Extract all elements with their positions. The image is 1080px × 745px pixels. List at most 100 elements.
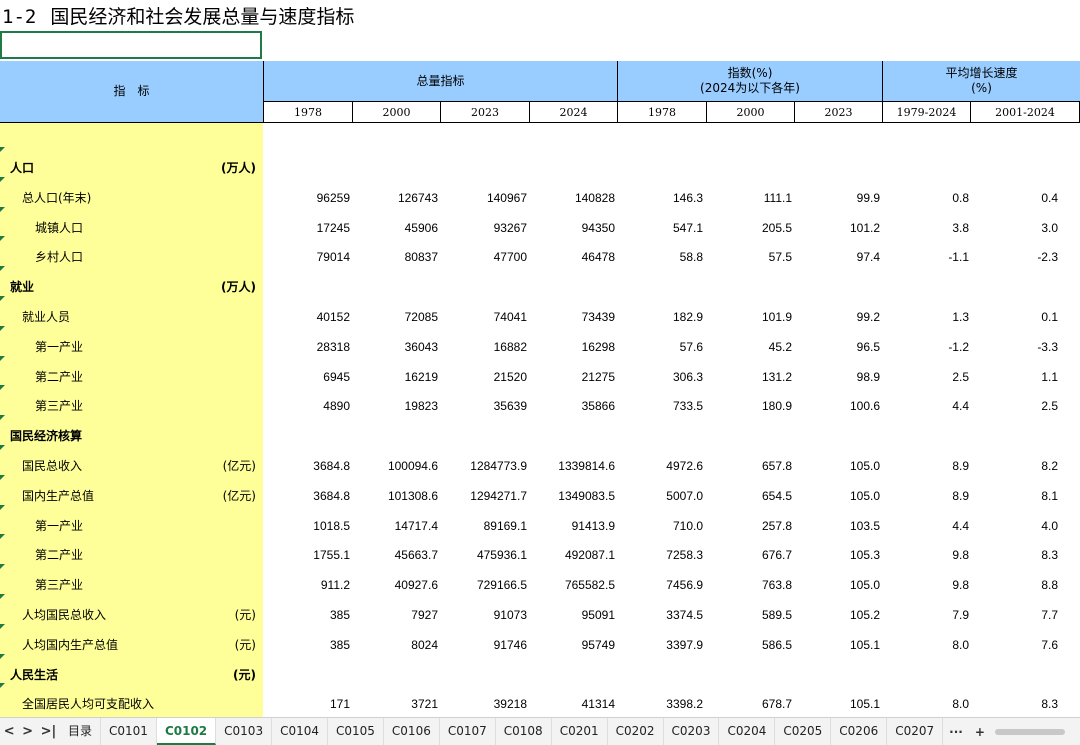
data-cell[interactable]: 105.1 — [796, 689, 880, 719]
data-cell[interactable]: 3684.8 — [266, 451, 350, 481]
data-cell[interactable]: 8.0 — [885, 630, 969, 660]
data-cell[interactable]: 3721 — [354, 689, 438, 719]
data-cell[interactable]: 46478 — [531, 242, 615, 272]
data-cell[interactable]: 385 — [266, 630, 350, 660]
more-tabs-icon[interactable]: ··· — [943, 725, 969, 739]
sheet-tab[interactable]: C0101 — [101, 718, 157, 745]
data-cell[interactable]: 2.5 — [885, 362, 969, 392]
data-cell[interactable]: 94350 — [531, 213, 615, 243]
data-cell[interactable]: 0.8 — [885, 183, 969, 213]
data-cell[interactable]: 140967 — [443, 183, 527, 213]
data-cell[interactable]: 126743 — [354, 183, 438, 213]
data-cell[interactable]: 101.9 — [708, 302, 792, 332]
horizontal-scrollbar[interactable] — [994, 728, 1065, 735]
data-cell[interactable]: 35639 — [443, 391, 527, 421]
data-cell[interactable]: 100.6 — [796, 391, 880, 421]
data-cell[interactable]: 589.5 — [708, 600, 792, 630]
data-cell[interactable]: 171 — [266, 689, 350, 719]
sheet-tab[interactable]: C0206 — [831, 718, 888, 745]
data-cell[interactable]: 8.0 — [885, 689, 969, 719]
data-cell[interactable]: 180.9 — [708, 391, 792, 421]
data-cell[interactable]: 1.1 — [974, 362, 1058, 392]
data-cell[interactable]: 1018.5 — [266, 511, 350, 541]
data-cell[interactable]: 99.9 — [796, 183, 880, 213]
data-cell[interactable]: 8.2 — [974, 451, 1058, 481]
data-cell[interactable]: 7258.3 — [619, 540, 703, 570]
data-cell[interactable]: 14717.4 — [354, 511, 438, 541]
data-cell[interactable]: 182.9 — [619, 302, 703, 332]
data-cell[interactable]: 547.1 — [619, 213, 703, 243]
data-cell[interactable]: 105.3 — [796, 540, 880, 570]
data-cell[interactable]: 93267 — [443, 213, 527, 243]
data-cell[interactable]: 710.0 — [619, 511, 703, 541]
sheet-tab[interactable]: C0103 — [216, 718, 273, 745]
tab-last-icon[interactable]: >| — [41, 724, 57, 739]
data-cell[interactable]: 7927 — [354, 600, 438, 630]
data-cell[interactable]: 3.8 — [885, 213, 969, 243]
data-cell[interactable]: 98.9 — [796, 362, 880, 392]
data-cell[interactable]: 1755.1 — [266, 540, 350, 570]
data-cell[interactable]: 140828 — [531, 183, 615, 213]
data-cell[interactable]: 105.2 — [796, 600, 880, 630]
data-cell[interactable]: 8.8 — [974, 570, 1058, 600]
data-cell[interactable]: -2.3 — [974, 242, 1058, 272]
data-cell[interactable]: 6945 — [266, 362, 350, 392]
data-cell[interactable]: 0.4 — [974, 183, 1058, 213]
data-cell[interactable]: 3397.9 — [619, 630, 703, 660]
sheet-tab[interactable]: C0104 — [272, 718, 328, 745]
data-cell[interactable]: 763.8 — [708, 570, 792, 600]
data-cell[interactable]: 8.9 — [885, 451, 969, 481]
data-cell[interactable]: 586.5 — [708, 630, 792, 660]
data-cell[interactable]: 96259 — [266, 183, 350, 213]
data-cell[interactable]: 40152 — [266, 302, 350, 332]
data-cell[interactable]: 676.7 — [708, 540, 792, 570]
data-cell[interactable]: 8024 — [354, 630, 438, 660]
data-cell[interactable]: 205.5 — [708, 213, 792, 243]
data-cell[interactable]: 9.8 — [885, 570, 969, 600]
data-cell[interactable]: 5007.0 — [619, 481, 703, 511]
data-cell[interactable]: 492087.1 — [531, 540, 615, 570]
data-cell[interactable]: 105.1 — [796, 630, 880, 660]
data-cell[interactable]: 79014 — [266, 242, 350, 272]
data-cell[interactable]: 475936.1 — [443, 540, 527, 570]
data-cell[interactable]: 1339814.6 — [531, 451, 615, 481]
data-cell[interactable]: 16882 — [443, 332, 527, 362]
sheet-tab[interactable]: C0106 — [384, 718, 440, 745]
data-cell[interactable]: 3374.5 — [619, 600, 703, 630]
data-cell[interactable]: 3.0 — [974, 213, 1058, 243]
data-cell[interactable]: 35866 — [531, 391, 615, 421]
data-cell[interactable]: -1.1 — [885, 242, 969, 272]
data-cell[interactable]: -3.3 — [974, 332, 1058, 362]
data-cell[interactable]: -1.2 — [885, 332, 969, 362]
data-cell[interactable]: 3684.8 — [266, 481, 350, 511]
data-cell[interactable]: 4.4 — [885, 511, 969, 541]
data-cell[interactable]: 80837 — [354, 242, 438, 272]
data-cell[interactable]: 103.5 — [796, 511, 880, 541]
data-cell[interactable]: 105.0 — [796, 481, 880, 511]
data-cell[interactable]: 91746 — [443, 630, 527, 660]
data-cell[interactable]: 95091 — [531, 600, 615, 630]
data-cell[interactable]: 47700 — [443, 242, 527, 272]
data-cell[interactable]: 21275 — [531, 362, 615, 392]
sheet-tab[interactable]: C0205 — [775, 718, 832, 745]
data-cell[interactable]: 74041 — [443, 302, 527, 332]
sheet-tab[interactable]: C0105 — [328, 718, 384, 745]
data-cell[interactable]: 7.6 — [974, 630, 1058, 660]
sheet-tab[interactable]: C0108 — [496, 718, 552, 745]
data-cell[interactable]: 3398.2 — [619, 689, 703, 719]
data-cell[interactable]: 16219 — [354, 362, 438, 392]
data-cell[interactable]: 89169.1 — [443, 511, 527, 541]
data-cell[interactable]: 111.1 — [708, 183, 792, 213]
sheet-tab[interactable]: C0107 — [440, 718, 496, 745]
data-cell[interactable]: 8.3 — [974, 540, 1058, 570]
data-cell[interactable]: 385 — [266, 600, 350, 630]
data-cell[interactable]: 1349083.5 — [531, 481, 615, 511]
data-cell[interactable]: 0.1 — [974, 302, 1058, 332]
data-cell[interactable]: 657.8 — [708, 451, 792, 481]
sheet-tab[interactable]: C0201 — [552, 718, 608, 745]
data-cell[interactable]: 4972.6 — [619, 451, 703, 481]
data-cell[interactable]: 58.8 — [619, 242, 703, 272]
sheet-tab[interactable]: C0202 — [608, 718, 664, 745]
data-cell[interactable]: 21520 — [443, 362, 527, 392]
data-cell[interactable]: 911.2 — [266, 570, 350, 600]
